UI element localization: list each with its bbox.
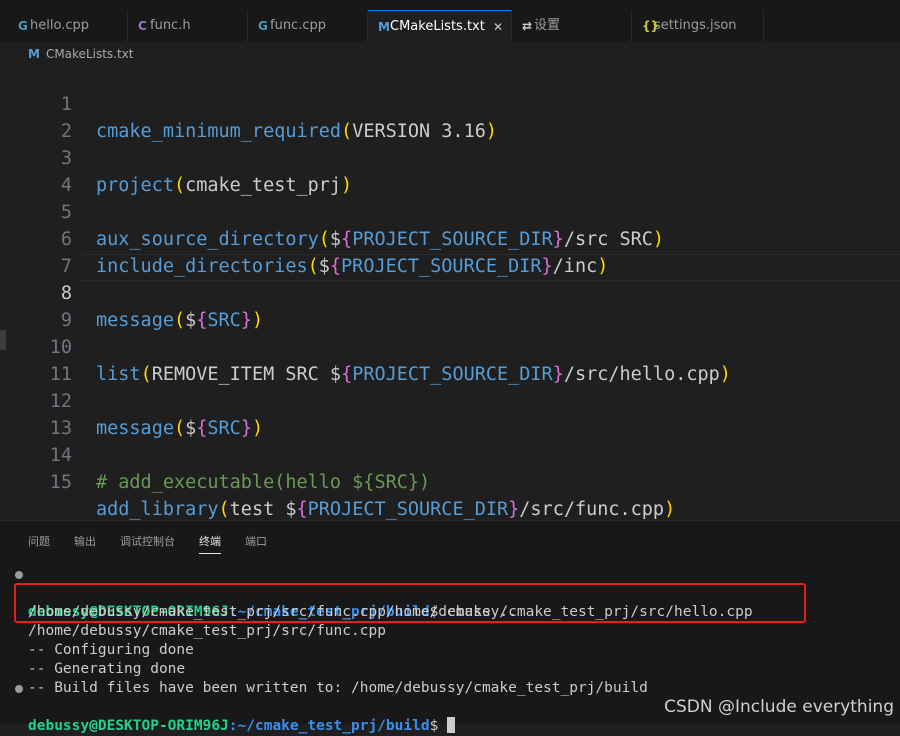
code-line[interactable]: 13	[0, 388, 900, 439]
code-line[interactable]: 1 cmake_minimum_required(VERSION 3.16)	[0, 64, 900, 142]
cpp-file-icon: G	[258, 19, 268, 33]
terminal-line: -- Build files have been written to: /ho…	[0, 660, 900, 696]
code-token: /src/func.cpp	[519, 499, 665, 520]
tab-label: settings.json	[654, 18, 737, 33]
breadcrumb-file[interactable]: CMakeLists.txt	[46, 47, 134, 61]
code-line[interactable]: 12 message(${SRC})	[0, 361, 900, 439]
code-line[interactable]: 7	[0, 226, 900, 277]
tab-func-h[interactable]: C func.h	[128, 10, 248, 42]
json-file-icon: {}	[642, 19, 660, 33]
tab-label: func.h	[150, 18, 191, 33]
terminal-line[interactable]: debussy@DESKTOP-ORIM96J:~/cmake_test_prj…	[0, 679, 900, 734]
scrollbar-marker[interactable]	[0, 330, 6, 350]
tab-problems[interactable]: 问题	[28, 531, 50, 553]
line-number: 15	[49, 472, 72, 493]
code-line[interactable]: 9	[0, 280, 900, 331]
tab-settings-json[interactable]: {} settings.json	[632, 10, 764, 42]
editor-tab-bar: G hello.cpp C func.h G func.cpp M CMakeL…	[0, 0, 900, 42]
header-file-icon: C	[138, 19, 147, 33]
prompt-user: debussy@DESKTOP-ORIM96J	[28, 718, 229, 734]
tab-settings-ui[interactable]: ⇄ 设置	[512, 10, 632, 42]
code-line[interactable]: 14 # add_executable(hello ${SRC})	[0, 415, 900, 493]
tab-label: CMakeLists.txt	[390, 19, 485, 34]
code-line[interactable]: 15 add_library(test ${PROJECT_SOURCE_DIR…	[0, 442, 900, 520]
highlight-annotation-box	[14, 583, 806, 623]
code-line[interactable]: 11	[0, 334, 900, 385]
tab-func-cpp[interactable]: G func.cpp	[248, 10, 368, 42]
cpp-file-icon: G	[18, 19, 28, 33]
cmake-file-icon: M	[378, 20, 390, 34]
code-token: PROJECT_SOURCE_DIR	[307, 499, 509, 520]
command-decoration-icon[interactable]	[15, 571, 23, 579]
tab-debug-console[interactable]: 调试控制台	[120, 531, 175, 553]
code-comment: # add_executable(hello ${SRC})	[96, 472, 431, 493]
cmake-file-icon: M	[28, 47, 40, 61]
code-token: test	[229, 499, 286, 520]
code-line-current[interactable]: 8 message(${SRC})	[0, 253, 900, 331]
tab-label: 设置	[534, 18, 561, 33]
terminal-line: debussy@DESKTOP-ORIM96J:~/cmake_test_prj…	[0, 565, 900, 620]
tab-output[interactable]: 输出	[74, 531, 96, 553]
prompt-symbol: $	[429, 718, 448, 734]
prompt-path: :~/cmake_test_prj/build	[228, 718, 430, 734]
code-token: $	[285, 499, 297, 520]
breadcrumb[interactable]: M CMakeLists.txt	[28, 44, 134, 64]
code-token: )	[664, 499, 676, 520]
command-decoration-icon[interactable]	[15, 685, 23, 693]
terminal-cursor[interactable]	[447, 717, 456, 733]
code-line[interactable]: 5 aux_source_directory(${PROJECT_SOURCE_…	[0, 172, 900, 250]
tab-hello-cpp[interactable]: G hello.cpp	[8, 10, 128, 42]
code-line[interactable]: 2	[0, 91, 900, 142]
code-line[interactable]: 3 project(cmake_test_prj)	[0, 118, 900, 196]
code-token: add_library	[96, 499, 219, 520]
code-token: }	[508, 499, 520, 520]
terminal-line: -- Configuring done	[0, 622, 900, 658]
watermark: CSDN @Include everything	[664, 697, 894, 717]
tab-cmakelists[interactable]: M CMakeLists.txt ✕	[368, 10, 512, 42]
tab-label: func.cpp	[270, 18, 326, 33]
code-line[interactable]: 6 include_directories(${PROJECT_SOURCE_D…	[0, 199, 900, 277]
close-icon[interactable]: ✕	[493, 11, 503, 43]
code-token: (	[218, 499, 230, 520]
settings-editor-icon: ⇄	[522, 19, 533, 33]
tab-terminal[interactable]: 终端	[199, 531, 221, 554]
tab-ports[interactable]: 端口	[245, 531, 267, 553]
code-editor[interactable]: 1 cmake_minimum_required(VERSION 3.16) 2…	[0, 64, 900, 520]
code-line[interactable]: 4	[0, 145, 900, 196]
code-token: {	[296, 499, 308, 520]
terminal-line: -- Generating done	[0, 641, 900, 677]
code-line[interactable]: 10 list(REMOVE_ITEM SRC ${PROJECT_SOURCE…	[0, 307, 900, 385]
tab-label: hello.cpp	[30, 18, 89, 33]
